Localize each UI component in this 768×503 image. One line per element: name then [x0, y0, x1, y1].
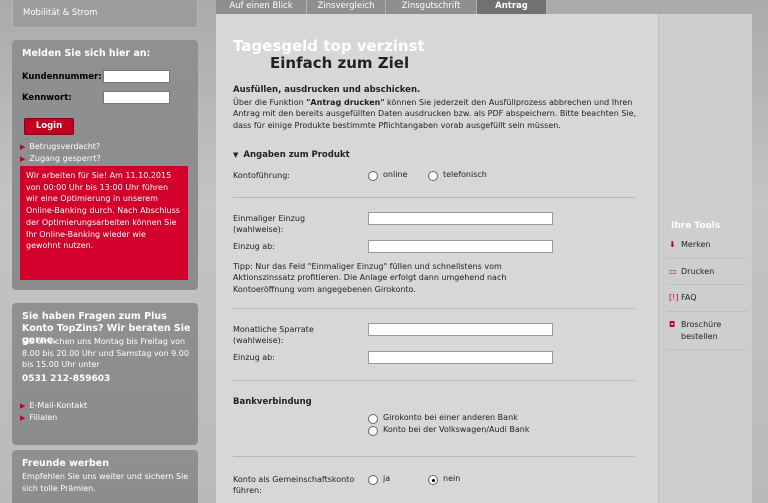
username-label: Kundennummer: [22, 72, 102, 82]
contact-panel: Sie haben Fragen zum Plus Konto TopZins?… [12, 303, 198, 445]
divider [667, 284, 747, 285]
maintenance-alert: Wir arbeiten für Sie! Am 11.10.2015 von … [20, 166, 188, 280]
fraud-link-label: Betrugsverdacht? [29, 142, 101, 151]
joint-yes-radio[interactable] [368, 475, 378, 485]
divider [233, 456, 635, 457]
single-deposit-label: Einmaliger Einzug (wahlweise): [233, 214, 306, 234]
account-mode-online-radio[interactable] [368, 171, 378, 181]
tool-brochure-label: Broschüre bestellen [681, 320, 722, 341]
locked-link-label: Zugang gesperrt? [29, 154, 101, 163]
tools-title: Ihre Tools [671, 221, 721, 231]
intro-text-start: Über die Funktion [233, 98, 307, 107]
divider [233, 197, 635, 198]
single-deposit-date-input[interactable] [368, 240, 553, 253]
login-title: Melden Sie sich hier an: [22, 48, 151, 59]
monthly-rate-label: Monatliche Sparrate (wahlweise): [233, 325, 314, 345]
vw-bank-label: Konto bei der Volkswagen/Audi Bank [383, 425, 530, 434]
account-mode-label: Kontoführung: [233, 171, 291, 180]
page-title: Tagesgeld top verzinst [233, 37, 425, 55]
login-panel: Melden Sie sich hier an: Kundennummer: K… [12, 40, 198, 290]
password-input[interactable] [103, 91, 170, 104]
account-mode-phone-radio[interactable] [428, 171, 438, 181]
fraud-link[interactable]: ▶ Betrugsverdacht? [20, 142, 100, 151]
tool-bookmark-label: Merken [681, 240, 711, 249]
monthly-rate-date-label: Einzug ab: [233, 353, 275, 362]
friends-title: Freunde werben [22, 458, 109, 469]
tool-print[interactable]: ▭ Drucken [669, 266, 714, 278]
tool-print-label: Drucken [681, 267, 715, 276]
locked-link[interactable]: ▶ Zugang gesperrt? [20, 154, 101, 163]
tab-application[interactable]: Antrag [477, 0, 547, 14]
contact-text: Sie erreichen uns Montag bis Freitag von… [22, 337, 189, 370]
tools-panel: Ihre Tools ⬇ Merken ▭ Drucken [!] FAQ ◘ Bros… [658, 14, 752, 503]
arrow-right-icon: ▶ [20, 402, 26, 410]
branches-label: Filialen [29, 413, 58, 422]
tool-bookmark[interactable]: ⬇ Merken [669, 239, 710, 251]
printer-icon: ▭ [669, 267, 677, 276]
product-section-title: Angaben zum Produkt [243, 150, 350, 160]
other-bank-label: Girokonto bei einer anderen Bank [383, 413, 518, 422]
contact-phone: 0531 212-859603 [22, 374, 111, 384]
arrow-right-icon: ▶ [20, 414, 26, 422]
tool-faq-label: FAQ [681, 293, 697, 302]
divider [667, 311, 747, 312]
arrow-right-icon: ▶ [20, 155, 26, 163]
single-deposit-input[interactable] [368, 212, 553, 225]
email-contact-label: E-Mail-Kontakt [29, 401, 88, 410]
friends-panel: Freunde werben Empfehlen Sie uns weiter … [12, 450, 198, 503]
divider [667, 349, 747, 350]
divider [667, 258, 747, 259]
intro-text-highlight: "Antrag drucken" [306, 98, 385, 107]
divider [233, 308, 635, 309]
monthly-rate-input[interactable] [368, 323, 553, 336]
bank-heading: Bankverbindung [233, 397, 312, 407]
friends-text: Empfehlen Sie uns weiter und sichern Sie… [22, 472, 189, 493]
bookmark-icon: ⬇ [669, 240, 676, 249]
intro-text: Über die Funktion "Antrag drucken" könne… [233, 97, 651, 131]
account-mode-online-label: online [383, 170, 408, 179]
password-label: Kennwort: [22, 93, 72, 103]
tab-interest-credit[interactable]: Zinsgutschrift [386, 0, 477, 14]
joint-no-radio[interactable] [428, 475, 438, 485]
tip-text: Tipp: Nur das Feld "Einmaliger Einzug" f… [233, 262, 507, 294]
tool-brochure[interactable]: ◘ Broschüre bestellen [669, 319, 739, 342]
tab-rate-comparison[interactable]: Zinsvergleich [307, 0, 386, 14]
other-bank-radio[interactable] [368, 414, 378, 424]
login-button[interactable]: Login [24, 118, 74, 135]
application-form: Tagesgeld top verzinst Einfach zum Ziel … [216, 14, 658, 503]
product-section-toggle[interactable]: ▼ Angaben zum Produkt [233, 150, 350, 160]
single-deposit-date-label: Einzug ab: [233, 242, 275, 251]
email-contact-link[interactable]: ▶ E-Mail-Kontakt [20, 401, 87, 410]
joint-yes-label: ja [383, 474, 391, 483]
tab-bar: Auf einen Blick Zinsvergleich Zinsgutsch… [216, 0, 547, 14]
brochure-icon: ◘ [669, 320, 676, 329]
account-mode-phone-label: telefonisch [443, 170, 487, 179]
tool-faq[interactable]: [!] FAQ [669, 292, 697, 304]
branches-link[interactable]: ▶ Filialen [20, 413, 57, 422]
intro-heading: Ausfüllen, ausdrucken und abschicken. [233, 85, 421, 95]
vw-bank-radio[interactable] [368, 426, 378, 436]
faq-icon: [!] [669, 293, 679, 302]
triangle-down-icon: ▼ [233, 151, 239, 159]
page-subtitle: Einfach zum Ziel [270, 54, 410, 72]
tab-overview[interactable]: Auf einen Blick [216, 0, 307, 14]
monthly-rate-date-input[interactable] [368, 351, 553, 364]
divider [233, 380, 635, 381]
arrow-right-icon: ▶ [20, 143, 26, 151]
sidebar-top-tab[interactable]: Mobilität & Strom [12, 0, 198, 28]
joint-account-label: Konto als Gemeinschaftskonto führen: [233, 475, 355, 495]
joint-no-label: nein [443, 474, 461, 483]
username-input[interactable] [103, 70, 170, 83]
